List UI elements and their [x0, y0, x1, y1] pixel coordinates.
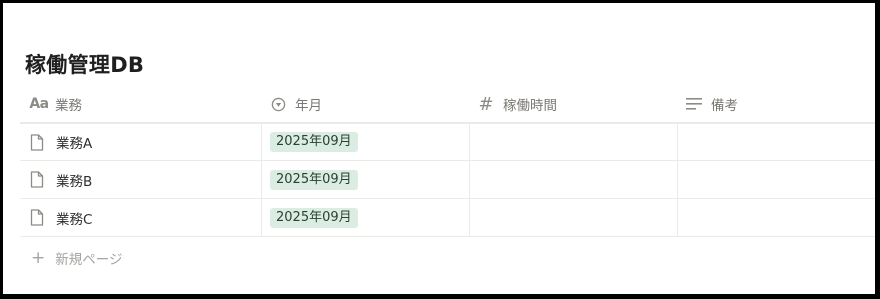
table-header-row: Aa 業務 年月 # 稼働時間 備考 — [20, 86, 875, 123]
cell-month[interactable]: 2025年09月 — [261, 124, 469, 160]
task-name[interactable]: 業務B — [56, 170, 92, 190]
column-header-task[interactable]: Aa 業務 — [20, 86, 261, 122]
cell-hours[interactable] — [469, 124, 677, 160]
number-hash-icon: # — [478, 93, 494, 115]
column-header-label: 業務 — [55, 98, 82, 114]
page-icon — [28, 209, 46, 227]
column-header-month[interactable]: 年月 — [261, 86, 469, 122]
cell-month[interactable]: 2025年09月 — [261, 199, 469, 236]
cell-notes[interactable] — [677, 124, 875, 160]
table-row[interactable]: 業務A 2025年09月 — [20, 123, 875, 161]
cell-task[interactable]: 業務C — [20, 199, 261, 236]
table-row[interactable]: 業務B 2025年09月 — [20, 161, 875, 199]
month-tag: 2025年09月 — [270, 207, 358, 228]
month-tag: 2025年09月 — [270, 169, 358, 190]
task-name[interactable]: 業務C — [56, 208, 92, 228]
text-property-icon: Aa — [29, 96, 49, 112]
status-circle-icon — [269, 95, 287, 113]
cell-hours[interactable] — [469, 161, 677, 198]
cell-month[interactable]: 2025年09月 — [261, 161, 469, 198]
cell-task[interactable]: 業務B — [20, 161, 261, 198]
column-header-label: 年月 — [295, 98, 322, 114]
cell-notes[interactable] — [677, 161, 875, 198]
plus-icon: + — [31, 247, 46, 268]
cell-hours[interactable] — [469, 199, 677, 236]
month-tag: 2025年09月 — [270, 132, 358, 152]
column-header-label: 備考 — [711, 98, 738, 114]
task-name[interactable]: 業務A — [56, 132, 92, 152]
database-table: Aa 業務 年月 # 稼働時間 備考 業務A 2025年09月 業務B 2025… — [20, 86, 875, 237]
column-header-notes[interactable]: 備考 — [677, 86, 875, 122]
new-page-label: 新規ページ — [55, 252, 123, 268]
cell-notes[interactable] — [677, 199, 875, 236]
new-page-button[interactable]: + 新規ページ — [31, 248, 122, 268]
page-icon — [28, 171, 46, 189]
lines-text-icon — [685, 95, 703, 113]
column-header-hours[interactable]: # 稼働時間 — [469, 86, 677, 122]
page-icon — [28, 133, 46, 151]
database-title[interactable]: 稼働管理DB — [25, 49, 144, 79]
column-header-label: 稼働時間 — [503, 98, 557, 114]
app-window: 稼働管理DB Aa 業務 年月 # 稼働時間 備考 業務A 2025年09月 業… — [3, 3, 875, 294]
cell-task[interactable]: 業務A — [20, 124, 261, 160]
table-row[interactable]: 業務C 2025年09月 — [20, 199, 875, 237]
